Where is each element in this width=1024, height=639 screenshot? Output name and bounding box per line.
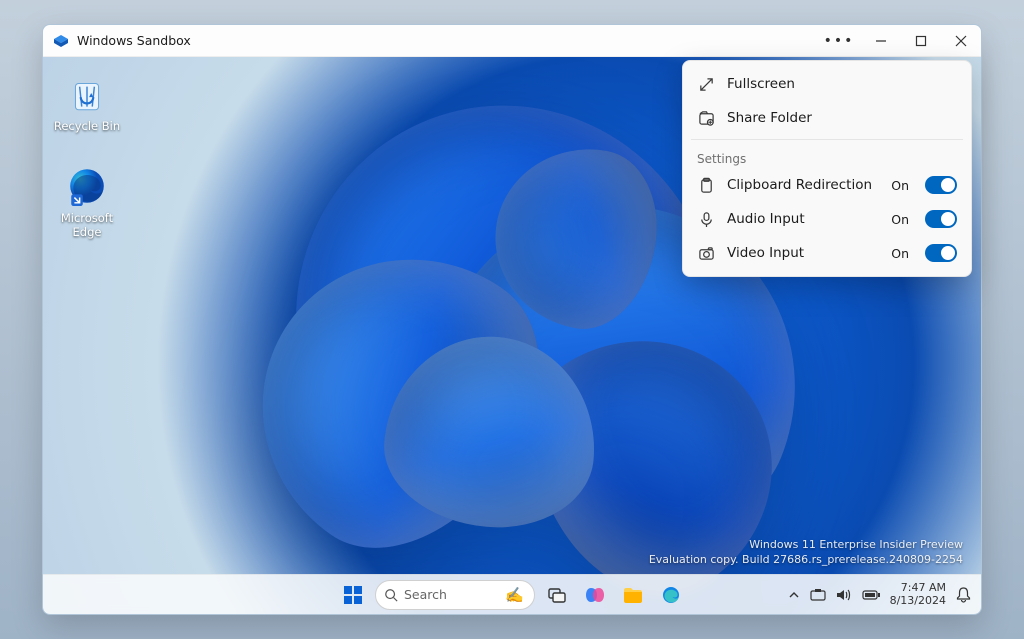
battery-icon [862,589,880,601]
video-toggle[interactable] [925,244,957,262]
share-folder-icon [697,109,715,127]
watermark: Windows 11 Enterprise Insider Preview Ev… [649,538,963,568]
recycle-bin-icon [66,73,108,115]
audio-label: Audio Input [727,211,879,227]
desktop-icon-edge[interactable]: Microsoft Edge [49,165,125,239]
edge-icon [66,165,108,207]
audio-state: On [891,212,909,227]
watermark-line2: Evaluation copy. Build 27686.rs_prerelea… [649,553,963,568]
more-button[interactable]: ••• [817,25,861,56]
settings-flyout: Fullscreen Share Folder Settings Clipboa… [682,60,972,277]
bell-icon [956,587,971,603]
task-view-icon [548,586,566,604]
fullscreen-label: Fullscreen [727,76,957,92]
clock-time: 7:47 AM [901,582,946,595]
close-icon [955,35,967,47]
window-title: Windows Sandbox [77,33,191,48]
folder-icon [623,586,643,604]
video-state: On [891,246,909,261]
video-label: Video Input [727,245,879,261]
desktop-icon-label: Microsoft Edge [49,211,125,239]
edge-taskbar-button[interactable] [655,579,687,611]
taskbar: Search ✍️ [43,574,981,614]
tray-network-icon[interactable] [810,588,826,602]
speaker-icon [836,588,852,602]
taskbar-search[interactable]: Search ✍️ [375,580,535,610]
windows-logo-icon [343,585,363,605]
copilot-icon [585,585,605,605]
task-view-button[interactable] [541,579,573,611]
maximize-button[interactable] [901,25,941,56]
clipboard-icon [697,176,715,194]
share-folder-label: Share Folder [727,110,957,126]
fullscreen-item[interactable]: Fullscreen [683,67,971,101]
taskbar-center: Search ✍️ [337,579,687,611]
copilot-button[interactable] [579,579,611,611]
titlebar: Windows Sandbox ••• [43,25,981,57]
fullscreen-icon [697,75,715,93]
tray-overflow-button[interactable] [788,589,800,601]
audio-toggle[interactable] [925,210,957,228]
ethernet-icon [810,588,826,602]
search-icon [384,588,398,602]
app-icon [53,33,69,49]
minimize-button[interactable] [861,25,901,56]
search-placeholder: Search [404,587,447,602]
system-tray: 7:47 AM 8/13/2024 [788,582,971,607]
flyout-divider [691,139,963,140]
maximize-icon [915,35,927,47]
search-highlight-icon: ✍️ [505,586,524,604]
camera-icon [697,244,715,262]
explorer-button[interactable] [617,579,649,611]
clipboard-redirection-row: Clipboard Redirection On [683,168,971,202]
minimize-icon [875,35,887,47]
clipboard-toggle[interactable] [925,176,957,194]
audio-input-row: Audio Input On [683,202,971,236]
notifications-button[interactable] [956,587,971,603]
desktop-icon-recycle-bin[interactable]: Recycle Bin [49,73,125,133]
clipboard-label: Clipboard Redirection [727,177,879,193]
chevron-up-icon [788,589,800,601]
clipboard-state: On [891,178,909,193]
start-button[interactable] [337,579,369,611]
watermark-line1: Windows 11 Enterprise Insider Preview [649,538,963,553]
desktop-icon-label: Recycle Bin [54,119,120,133]
settings-section-label: Settings [683,144,971,168]
tray-battery-icon[interactable] [862,589,880,601]
share-folder-item[interactable]: Share Folder [683,101,971,135]
clock-date: 8/13/2024 [890,595,946,608]
close-button[interactable] [941,25,981,56]
video-input-row: Video Input On [683,236,971,270]
tray-volume-icon[interactable] [836,588,852,602]
microphone-icon [697,210,715,228]
taskbar-clock[interactable]: 7:47 AM 8/13/2024 [890,582,946,607]
edge-icon [661,585,681,605]
more-icon: ••• [824,34,855,48]
